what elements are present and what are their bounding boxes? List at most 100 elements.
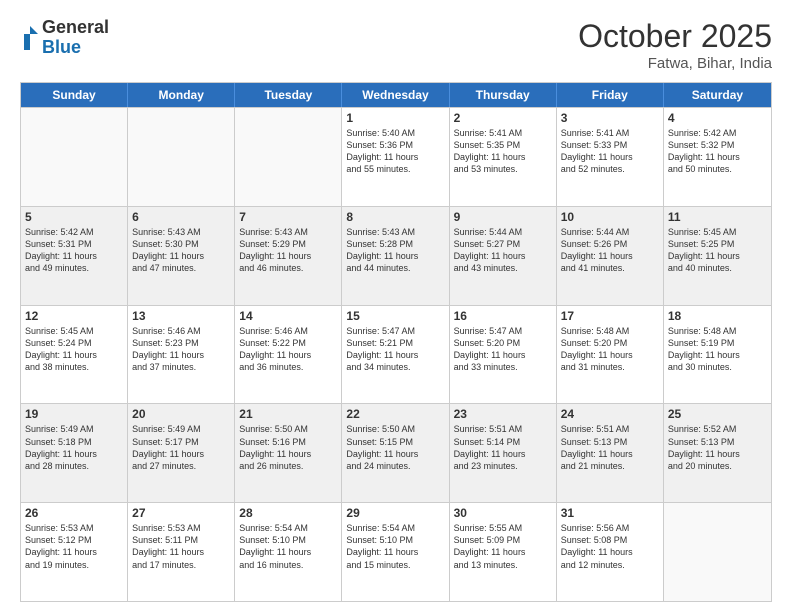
- cell-info: Sunset: 5:16 PM: [239, 436, 337, 448]
- cell-info: Daylight: 11 hours: [668, 448, 767, 460]
- cal-cell-1-5: 2Sunrise: 5:41 AMSunset: 5:35 PMDaylight…: [450, 108, 557, 206]
- cell-info: Sunrise: 5:54 AM: [239, 522, 337, 534]
- cell-info: Daylight: 11 hours: [25, 349, 123, 361]
- cell-info: Sunrise: 5:53 AM: [132, 522, 230, 534]
- day-number: 18: [668, 309, 767, 323]
- cell-info: Daylight: 11 hours: [454, 349, 552, 361]
- cal-cell-1-2: [128, 108, 235, 206]
- calendar-row-2: 5Sunrise: 5:42 AMSunset: 5:31 PMDaylight…: [21, 206, 771, 305]
- cell-info: Sunrise: 5:47 AM: [454, 325, 552, 337]
- cell-info: Sunset: 5:14 PM: [454, 436, 552, 448]
- title-block: October 2025 Fatwa, Bihar, India: [578, 18, 772, 72]
- cal-cell-3-5: 16Sunrise: 5:47 AMSunset: 5:20 PMDayligh…: [450, 306, 557, 404]
- cell-info: and 28 minutes.: [25, 460, 123, 472]
- cal-cell-3-7: 18Sunrise: 5:48 AMSunset: 5:19 PMDayligh…: [664, 306, 771, 404]
- day-number: 24: [561, 407, 659, 421]
- cell-info: and 20 minutes.: [668, 460, 767, 472]
- day-number: 7: [239, 210, 337, 224]
- cell-info: Sunset: 5:13 PM: [561, 436, 659, 448]
- cell-info: Sunrise: 5:41 AM: [561, 127, 659, 139]
- cell-info: Daylight: 11 hours: [346, 546, 444, 558]
- cell-info: Sunrise: 5:40 AM: [346, 127, 444, 139]
- cal-cell-5-3: 28Sunrise: 5:54 AMSunset: 5:10 PMDayligh…: [235, 503, 342, 601]
- day-number: 21: [239, 407, 337, 421]
- cell-info: Sunset: 5:17 PM: [132, 436, 230, 448]
- cal-cell-5-7: [664, 503, 771, 601]
- day-number: 6: [132, 210, 230, 224]
- cell-info: Sunset: 5:30 PM: [132, 238, 230, 250]
- header-day-sunday: Sunday: [21, 83, 128, 107]
- cell-info: Daylight: 11 hours: [454, 151, 552, 163]
- cell-info: Sunrise: 5:42 AM: [668, 127, 767, 139]
- cell-info: Sunset: 5:21 PM: [346, 337, 444, 349]
- location: Fatwa, Bihar, India: [578, 55, 772, 72]
- cell-info: and 53 minutes.: [454, 163, 552, 175]
- cell-info: and 40 minutes.: [668, 262, 767, 274]
- calendar-row-4: 19Sunrise: 5:49 AMSunset: 5:18 PMDayligh…: [21, 403, 771, 502]
- cell-info: Daylight: 11 hours: [239, 546, 337, 558]
- cell-info: Sunset: 5:23 PM: [132, 337, 230, 349]
- page: General Blue October 2025 Fatwa, Bihar, …: [0, 0, 792, 612]
- cell-info: Sunrise: 5:47 AM: [346, 325, 444, 337]
- cal-cell-5-2: 27Sunrise: 5:53 AMSunset: 5:11 PMDayligh…: [128, 503, 235, 601]
- cell-info: Daylight: 11 hours: [561, 546, 659, 558]
- cell-info: Daylight: 11 hours: [346, 250, 444, 262]
- cell-info: Sunset: 5:29 PM: [239, 238, 337, 250]
- day-number: 29: [346, 506, 444, 520]
- cal-cell-4-5: 23Sunrise: 5:51 AMSunset: 5:14 PMDayligh…: [450, 404, 557, 502]
- cell-info: Sunrise: 5:46 AM: [239, 325, 337, 337]
- cell-info: Sunrise: 5:54 AM: [346, 522, 444, 534]
- day-number: 3: [561, 111, 659, 125]
- cell-info: Daylight: 11 hours: [561, 250, 659, 262]
- cal-cell-1-3: [235, 108, 342, 206]
- header-day-thursday: Thursday: [450, 83, 557, 107]
- day-number: 10: [561, 210, 659, 224]
- day-number: 30: [454, 506, 552, 520]
- cal-cell-1-6: 3Sunrise: 5:41 AMSunset: 5:33 PMDaylight…: [557, 108, 664, 206]
- day-number: 13: [132, 309, 230, 323]
- cal-cell-3-1: 12Sunrise: 5:45 AMSunset: 5:24 PMDayligh…: [21, 306, 128, 404]
- cell-info: Sunset: 5:13 PM: [668, 436, 767, 448]
- cell-info: Sunset: 5:27 PM: [454, 238, 552, 250]
- day-number: 4: [668, 111, 767, 125]
- cal-cell-2-2: 6Sunrise: 5:43 AMSunset: 5:30 PMDaylight…: [128, 207, 235, 305]
- cell-info: and 49 minutes.: [25, 262, 123, 274]
- cal-cell-4-6: 24Sunrise: 5:51 AMSunset: 5:13 PMDayligh…: [557, 404, 664, 502]
- cell-info: Sunset: 5:33 PM: [561, 139, 659, 151]
- cell-info: Sunrise: 5:46 AM: [132, 325, 230, 337]
- cell-info: and 43 minutes.: [454, 262, 552, 274]
- cell-info: Daylight: 11 hours: [25, 448, 123, 460]
- cell-info: Sunset: 5:25 PM: [668, 238, 767, 250]
- cell-info: Sunset: 5:20 PM: [454, 337, 552, 349]
- logo-blue: Blue: [42, 37, 81, 57]
- cell-info: Sunrise: 5:48 AM: [668, 325, 767, 337]
- cell-info: Daylight: 11 hours: [668, 151, 767, 163]
- day-number: 14: [239, 309, 337, 323]
- day-number: 26: [25, 506, 123, 520]
- cal-cell-4-2: 20Sunrise: 5:49 AMSunset: 5:17 PMDayligh…: [128, 404, 235, 502]
- cell-info: and 55 minutes.: [346, 163, 444, 175]
- cell-info: and 19 minutes.: [25, 559, 123, 571]
- cal-cell-2-5: 9Sunrise: 5:44 AMSunset: 5:27 PMDaylight…: [450, 207, 557, 305]
- cell-info: Sunrise: 5:55 AM: [454, 522, 552, 534]
- cal-cell-4-4: 22Sunrise: 5:50 AMSunset: 5:15 PMDayligh…: [342, 404, 449, 502]
- month-title: October 2025: [578, 18, 772, 55]
- cell-info: Sunrise: 5:42 AM: [25, 226, 123, 238]
- cell-info: Sunset: 5:20 PM: [561, 337, 659, 349]
- cell-info: Daylight: 11 hours: [346, 151, 444, 163]
- cell-info: Daylight: 11 hours: [454, 546, 552, 558]
- day-number: 12: [25, 309, 123, 323]
- cell-info: Daylight: 11 hours: [132, 448, 230, 460]
- cell-info: Sunrise: 5:45 AM: [25, 325, 123, 337]
- cell-info: Sunset: 5:31 PM: [25, 238, 123, 250]
- cell-info: and 16 minutes.: [239, 559, 337, 571]
- cell-info: and 37 minutes.: [132, 361, 230, 373]
- cell-info: Sunset: 5:12 PM: [25, 534, 123, 546]
- cal-cell-5-5: 30Sunrise: 5:55 AMSunset: 5:09 PMDayligh…: [450, 503, 557, 601]
- calendar: SundayMondayTuesdayWednesdayThursdayFrid…: [20, 82, 772, 602]
- cell-info: Sunrise: 5:49 AM: [132, 423, 230, 435]
- cell-info: Daylight: 11 hours: [239, 250, 337, 262]
- cell-info: Daylight: 11 hours: [239, 448, 337, 460]
- cell-info: Sunrise: 5:48 AM: [561, 325, 659, 337]
- logo-general: General: [42, 17, 109, 37]
